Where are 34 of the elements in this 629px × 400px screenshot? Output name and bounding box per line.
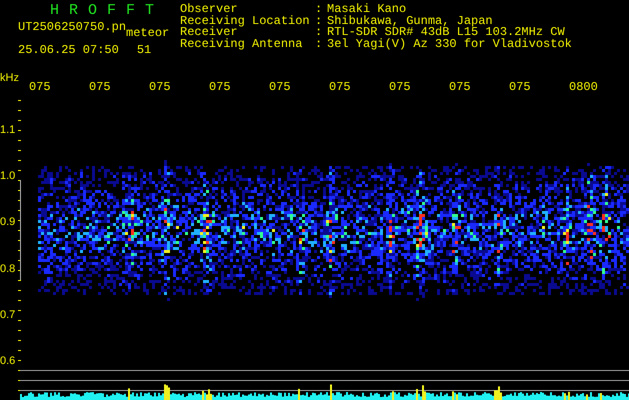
info-label: Receiving Location: [180, 16, 311, 27]
time-label: 075: [389, 80, 412, 94]
time-label: 075: [509, 80, 532, 94]
separator-colon: :: [315, 16, 324, 27]
info-value: Shibukawa, Gunma, Japan: [327, 16, 493, 27]
time-label: 075: [449, 80, 472, 94]
frequency-label: 1.1: [0, 123, 16, 138]
info-value: RTL-SDR SDR# 43dB L15 103.2MHz CW: [327, 27, 565, 38]
frequency-label: 1.0: [0, 169, 16, 184]
detection-count: 51: [136, 44, 152, 56]
separator-colon: :: [315, 27, 324, 38]
date-time: 25.06.25 07:50: [18, 44, 119, 56]
info-value: Masaki Kano: [327, 4, 408, 16]
frequency-label: 0.8: [0, 262, 16, 277]
frequency-label: 0.7: [0, 308, 16, 323]
app-title: HROFFT: [49, 4, 166, 18]
file-name: UT2506250750.pn: [18, 22, 126, 34]
info-label: Receiver: [180, 27, 238, 38]
time-label: 075: [269, 80, 292, 94]
frequency-label: 0.9: [0, 215, 16, 230]
unit-label: kHz: [0, 72, 20, 84]
info-label: Receiving Antenna: [180, 38, 304, 50]
time-label: 075: [149, 80, 172, 94]
separator-colon: :: [315, 38, 324, 50]
time-label: 075: [209, 80, 232, 94]
time-label: 0800: [569, 80, 599, 94]
time-label: 075: [329, 80, 352, 94]
frequency-label: 0.6: [0, 354, 16, 369]
time-label: 075: [89, 80, 112, 94]
time-label: 075: [29, 80, 52, 94]
info-label: Observer: [180, 4, 238, 16]
info-value: 3el Yagi(V) Az 330 for Vladivostok: [327, 38, 572, 50]
separator-colon: :: [315, 4, 324, 16]
detection-tag: meteor: [126, 28, 170, 40]
